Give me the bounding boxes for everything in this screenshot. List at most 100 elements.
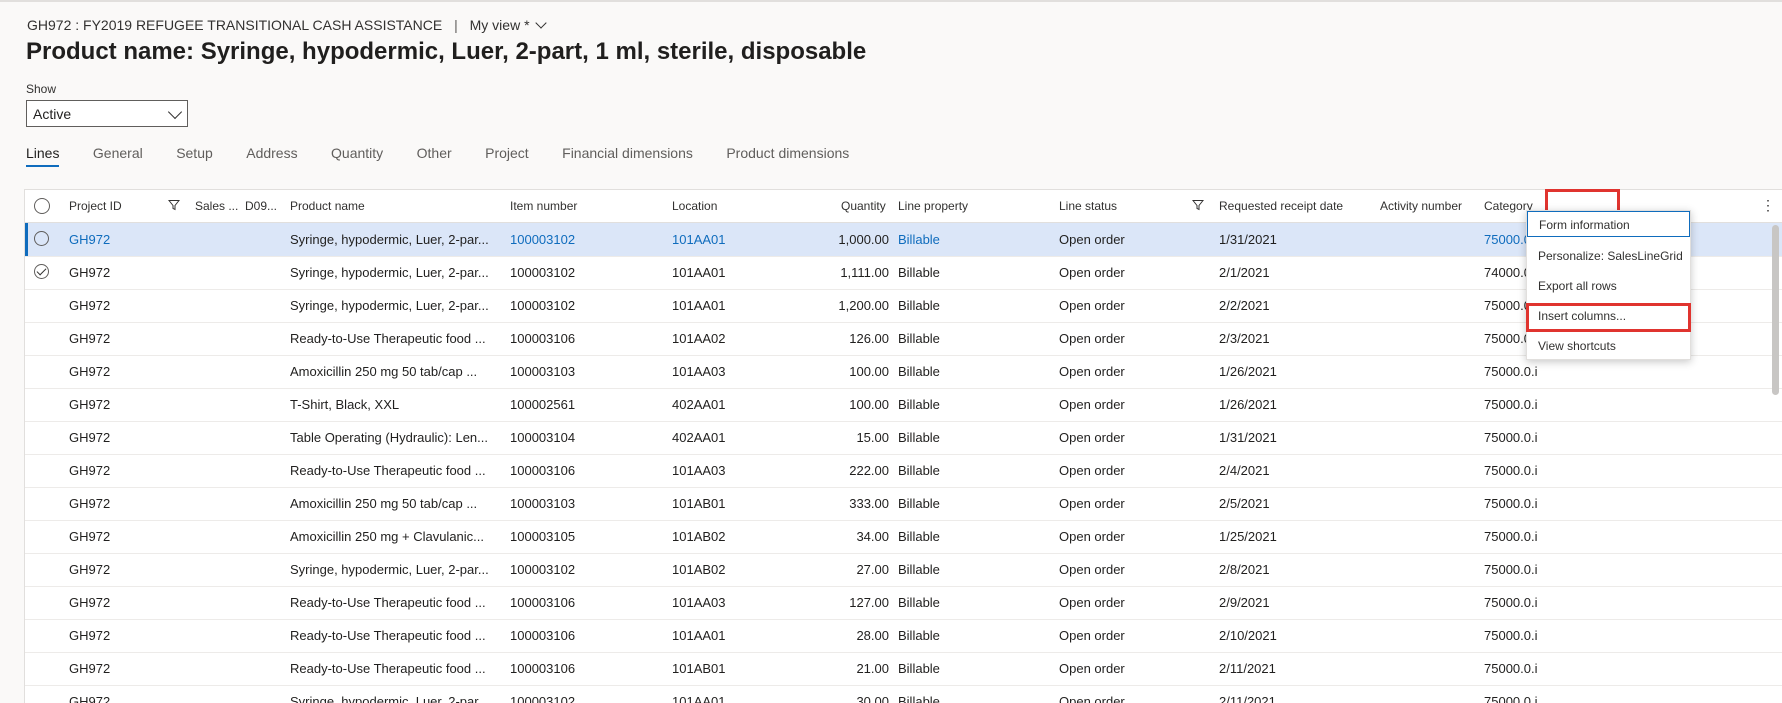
cell-line-status[interactable]: Open order bbox=[1059, 331, 1209, 346]
cell-quantity[interactable]: 1,200.00 bbox=[785, 298, 889, 313]
cell-line-status[interactable]: Open order bbox=[1059, 562, 1209, 577]
cell-item-number[interactable]: 100003102 bbox=[510, 298, 660, 313]
column-header-line-status[interactable]: Line status bbox=[1059, 199, 1117, 213]
table-row[interactable]: GH972 Syringe, hypodermic, Luer, 2-par...… bbox=[25, 553, 1782, 587]
cell-requested-receipt-date[interactable]: 2/3/2021 bbox=[1219, 331, 1369, 346]
cell-project-id[interactable]: GH972 bbox=[69, 661, 179, 676]
table-row[interactable]: GH972 Syringe, hypodermic, Luer, 2-par...… bbox=[25, 223, 1782, 257]
cell-item-number[interactable]: 100003102 bbox=[510, 232, 660, 247]
column-header-d09[interactable]: D09... bbox=[245, 199, 277, 213]
cell-product-name[interactable]: Syringe, hypodermic, Luer, 2-par... bbox=[290, 265, 500, 280]
show-filter-dropdown[interactable]: Active bbox=[26, 100, 188, 127]
column-header-requested-receipt-date[interactable]: Requested receipt date bbox=[1219, 199, 1343, 213]
cell-requested-receipt-date[interactable]: 2/4/2021 bbox=[1219, 463, 1369, 478]
cell-quantity[interactable]: 27.00 bbox=[785, 562, 889, 577]
cell-line-status[interactable]: Open order bbox=[1059, 265, 1209, 280]
cell-requested-receipt-date[interactable]: 1/25/2021 bbox=[1219, 529, 1369, 544]
cell-category[interactable]: 75000.0.i bbox=[1484, 661, 1542, 676]
cell-project-id[interactable]: GH972 bbox=[69, 364, 179, 379]
cell-line-status[interactable]: Open order bbox=[1059, 364, 1209, 379]
cell-item-number[interactable]: 100003103 bbox=[510, 364, 660, 379]
table-row[interactable]: GH972 Ready-to-Use Therapeutic food ... 10… bbox=[25, 586, 1782, 620]
cell-product-name[interactable]: Ready-to-Use Therapeutic food ... bbox=[290, 463, 500, 478]
column-header-product-name[interactable]: Product name bbox=[290, 199, 365, 213]
column-header-sales[interactable]: Sales ... bbox=[195, 199, 238, 213]
cell-project-id[interactable]: GH972 bbox=[69, 232, 179, 247]
cell-quantity[interactable]: 333.00 bbox=[785, 496, 889, 511]
more-options-icon[interactable]: ⋮ bbox=[1761, 198, 1775, 212]
cell-project-id[interactable]: GH972 bbox=[69, 265, 179, 280]
cell-project-id[interactable]: GH972 bbox=[69, 430, 179, 445]
cell-line-property[interactable]: Billable bbox=[898, 397, 1048, 412]
cell-item-number[interactable]: 100003106 bbox=[510, 595, 660, 610]
cell-quantity[interactable]: 21.00 bbox=[785, 661, 889, 676]
cell-line-property[interactable]: Billable bbox=[898, 463, 1048, 478]
cell-project-id[interactable]: GH972 bbox=[69, 595, 179, 610]
tab-other[interactable]: Other bbox=[417, 145, 452, 166]
cell-line-status[interactable]: Open order bbox=[1059, 661, 1209, 676]
cell-line-property[interactable]: Billable bbox=[898, 364, 1048, 379]
cell-product-name[interactable]: Ready-to-Use Therapeutic food ... bbox=[290, 331, 500, 346]
cell-requested-receipt-date[interactable]: 2/10/2021 bbox=[1219, 628, 1369, 643]
cell-project-id[interactable]: GH972 bbox=[69, 529, 179, 544]
cell-product-name[interactable]: T-Shirt, Black, XXL bbox=[290, 397, 500, 412]
cell-product-name[interactable]: Ready-to-Use Therapeutic food ... bbox=[290, 661, 500, 676]
column-header-quantity[interactable]: Quantity bbox=[841, 199, 886, 213]
cell-line-status[interactable]: Open order bbox=[1059, 298, 1209, 313]
tab-quantity[interactable]: Quantity bbox=[331, 145, 383, 166]
cell-quantity[interactable]: 15.00 bbox=[785, 430, 889, 445]
cell-line-property[interactable]: Billable bbox=[898, 298, 1048, 313]
table-row[interactable]: GH972 Amoxicillin 250 mg + Clavulanic... 1… bbox=[25, 520, 1782, 554]
cell-line-property[interactable]: Billable bbox=[898, 628, 1048, 643]
cell-category[interactable]: 75000.0.i bbox=[1484, 562, 1542, 577]
cell-line-property[interactable]: Billable bbox=[898, 562, 1048, 577]
cell-product-name[interactable]: Syringe, hypodermic, Luer, 2-par... bbox=[290, 232, 500, 247]
cell-category[interactable]: 75000.0.i bbox=[1484, 496, 1542, 511]
cell-project-id[interactable]: GH972 bbox=[69, 397, 179, 412]
table-row[interactable]: GH972 Ready-to-Use Therapeutic food ... 10… bbox=[25, 322, 1782, 356]
cell-product-name[interactable]: Amoxicillin 250 mg + Clavulanic... bbox=[290, 529, 500, 544]
table-row[interactable]: GH972 Amoxicillin 250 mg 50 tab/cap ... 10… bbox=[25, 355, 1782, 389]
cell-line-property[interactable]: Billable bbox=[898, 661, 1048, 676]
column-header-project-id[interactable]: Project ID bbox=[69, 199, 122, 213]
cell-requested-receipt-date[interactable]: 2/8/2021 bbox=[1219, 562, 1369, 577]
tab-product-dimensions[interactable]: Product dimensions bbox=[726, 145, 849, 166]
cell-category[interactable]: 75000.0.i bbox=[1484, 628, 1542, 643]
cell-product-name[interactable]: Amoxicillin 250 mg 50 tab/cap ... bbox=[290, 496, 500, 511]
cell-project-id[interactable]: GH972 bbox=[69, 496, 179, 511]
cell-category[interactable]: 75000.0.i bbox=[1484, 529, 1542, 544]
cell-requested-receipt-date[interactable]: 2/2/2021 bbox=[1219, 298, 1369, 313]
chevron-down-icon[interactable] bbox=[534, 17, 547, 29]
table-row[interactable]: GH972 Ready-to-Use Therapeutic food ... 10… bbox=[25, 619, 1782, 653]
chevron-down-icon[interactable] bbox=[167, 104, 183, 120]
cell-line-property[interactable]: Billable bbox=[898, 529, 1048, 544]
cell-project-id[interactable]: GH972 bbox=[69, 562, 179, 577]
cell-item-number[interactable]: 100003105 bbox=[510, 529, 660, 544]
cell-item-number[interactable]: 100003106 bbox=[510, 661, 660, 676]
cell-product-name[interactable]: Ready-to-Use Therapeutic food ... bbox=[290, 628, 500, 643]
table-row[interactable]: GH972 Syringe, hypodermic, Luer, 2-par...… bbox=[25, 289, 1782, 323]
column-header-activity-number[interactable]: Activity number bbox=[1380, 199, 1462, 213]
cell-quantity[interactable]: 100.00 bbox=[785, 364, 889, 379]
column-header-line-property[interactable]: Line property bbox=[898, 199, 968, 213]
cell-quantity[interactable]: 1,111.00 bbox=[785, 265, 889, 280]
tab-lines[interactable]: Lines bbox=[26, 145, 60, 167]
table-row[interactable]: GH972 Syringe, hypodermic, Luer, 2-par...… bbox=[25, 256, 1782, 290]
cell-requested-receipt-date[interactable]: 1/31/2021 bbox=[1219, 430, 1369, 445]
cell-line-status[interactable]: Open order bbox=[1059, 397, 1209, 412]
cell-requested-receipt-date[interactable]: 2/9/2021 bbox=[1219, 595, 1369, 610]
cell-project-id[interactable]: GH972 bbox=[69, 298, 179, 313]
table-row[interactable]: GH972 Table Operating (Hydraulic): Len...… bbox=[25, 421, 1782, 455]
cell-line-property[interactable]: Billable bbox=[898, 265, 1048, 280]
cell-item-number[interactable]: 100003106 bbox=[510, 331, 660, 346]
cell-project-id[interactable]: GH972 bbox=[69, 331, 179, 346]
cell-line-status[interactable]: Open order bbox=[1059, 430, 1209, 445]
table-row[interactable]: GH972 Amoxicillin 250 mg 50 tab/cap ... 10… bbox=[25, 487, 1782, 521]
cell-requested-receipt-date[interactable]: 2/5/2021 bbox=[1219, 496, 1369, 511]
cell-quantity[interactable]: 126.00 bbox=[785, 331, 889, 346]
cell-item-number[interactable]: 100003102 bbox=[510, 562, 660, 577]
cell-quantity[interactable]: 222.00 bbox=[785, 463, 889, 478]
cell-project-id[interactable]: GH972 bbox=[69, 463, 179, 478]
cell-item-number[interactable]: 100003106 bbox=[510, 628, 660, 643]
column-header-item-number[interactable]: Item number bbox=[510, 199, 577, 213]
